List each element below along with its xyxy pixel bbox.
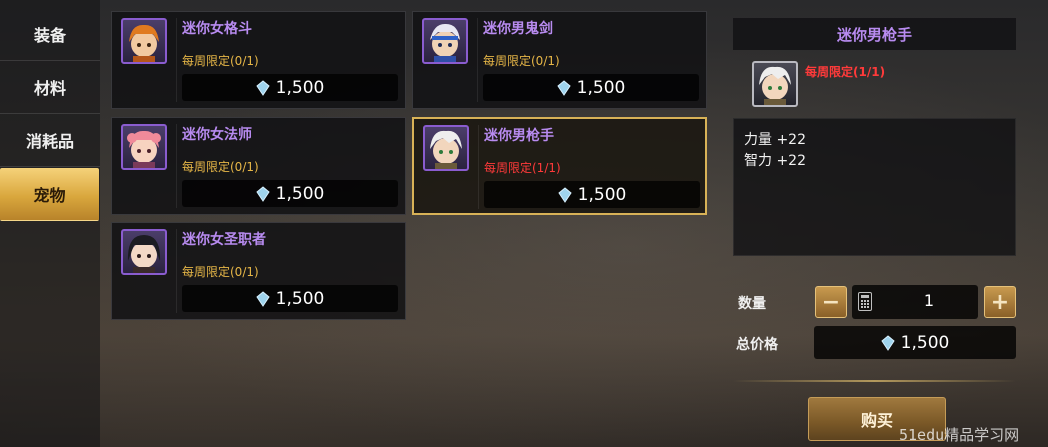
tab-label: 材料: [33, 79, 66, 98]
tab-pets[interactable]: 宠物: [0, 168, 99, 221]
item-price: 1,500: [483, 74, 699, 101]
tab-materials[interactable]: 材料: [0, 61, 100, 114]
weekly-limit: 每周限定(0/1): [182, 54, 259, 68]
shop-item-card[interactable]: 迷你男鬼剑 每周限定(0/1) 1,500: [412, 11, 707, 109]
divider: [176, 18, 177, 102]
item-price: 1,500: [484, 181, 700, 208]
item-name: 迷你女格斗: [182, 21, 252, 37]
plus-icon: +: [990, 289, 1010, 315]
pet-avatar-mini-female-fighter: [121, 18, 167, 64]
tab-label: 消耗品: [25, 132, 74, 151]
quantity-value: 1: [923, 291, 935, 310]
watermark: 51edu精品学习网: [899, 426, 1020, 444]
detail-weekly-limit: 每周限定(1/1): [805, 65, 886, 79]
weekly-limit: 每周限定(0/1): [182, 160, 259, 174]
pet-avatar-mini-female-priest: [121, 229, 167, 275]
quantity-label: 数量: [738, 296, 766, 312]
quantity-minus-button[interactable]: −: [815, 286, 847, 318]
detail-pet-avatar: [752, 61, 798, 107]
item-name: 迷你女法师: [182, 127, 252, 143]
stat-line: 智力 +22: [744, 153, 806, 169]
minus-icon: −: [821, 289, 841, 315]
item-price: 1,500: [182, 74, 398, 101]
divider: [176, 229, 177, 313]
total-price-value: 1,500: [900, 332, 950, 353]
price-value: 1,500: [275, 77, 325, 98]
gem-icon: [557, 186, 572, 203]
stats-box: 力量 +22 智力 +22: [733, 118, 1016, 256]
pet-avatar-mini-male-gunner: [423, 125, 469, 171]
price-value: 1,500: [576, 77, 626, 98]
weekly-limit: 每周限定(0/1): [483, 54, 560, 68]
panel-divider: [733, 380, 1016, 382]
gem-icon: [255, 79, 270, 96]
stat-line: 力量 +22: [744, 132, 806, 148]
gem-icon: [880, 334, 895, 351]
gem-icon: [255, 185, 270, 202]
divider: [477, 18, 478, 102]
pet-avatar-mini-male-slayer: [422, 18, 468, 64]
item-name: 迷你女圣职者: [182, 232, 266, 248]
tab-label: 装备: [33, 26, 66, 45]
divider: [478, 125, 479, 209]
item-price: 1,500: [182, 285, 398, 312]
shop-item-card[interactable]: 迷你女法师 每周限定(0/1) 1,500: [111, 117, 406, 215]
weekly-limit: 每周限定(1/1): [484, 161, 561, 175]
category-tabs: 装备 材料 消耗品 宠物: [0, 0, 100, 447]
divider: [176, 124, 177, 208]
item-name: 迷你男鬼剑: [483, 21, 553, 37]
tab-equipment[interactable]: 装备: [0, 8, 100, 61]
price-value: 1,500: [275, 183, 325, 204]
total-price: 1,500: [814, 326, 1016, 359]
shop-item-card[interactable]: 迷你女圣职者 每周限定(0/1) 1,500: [111, 222, 406, 320]
weekly-limit: 每周限定(0/1): [182, 265, 259, 279]
detail-title: 迷你男枪手: [733, 18, 1016, 50]
quantity-plus-button[interactable]: +: [984, 286, 1016, 318]
item-price: 1,500: [182, 180, 398, 207]
quantity-input[interactable]: 1: [852, 285, 978, 319]
tab-label: 宠物: [33, 186, 66, 205]
total-price-label: 总价格: [736, 337, 778, 353]
gem-icon: [255, 290, 270, 307]
tab-consumables[interactable]: 消耗品: [0, 114, 100, 167]
pet-avatar-mini-female-mage: [121, 124, 167, 170]
shop-item-card[interactable]: 迷你女格斗 每周限定(0/1) 1,500: [111, 11, 406, 109]
gem-icon: [556, 79, 571, 96]
price-value: 1,500: [577, 184, 627, 205]
price-value: 1,500: [275, 288, 325, 309]
shop-item-card-selected[interactable]: 迷你男枪手 每周限定(1/1) 1,500: [412, 117, 707, 215]
buy-label: 购买: [860, 411, 893, 430]
item-name: 迷你男枪手: [484, 128, 554, 144]
